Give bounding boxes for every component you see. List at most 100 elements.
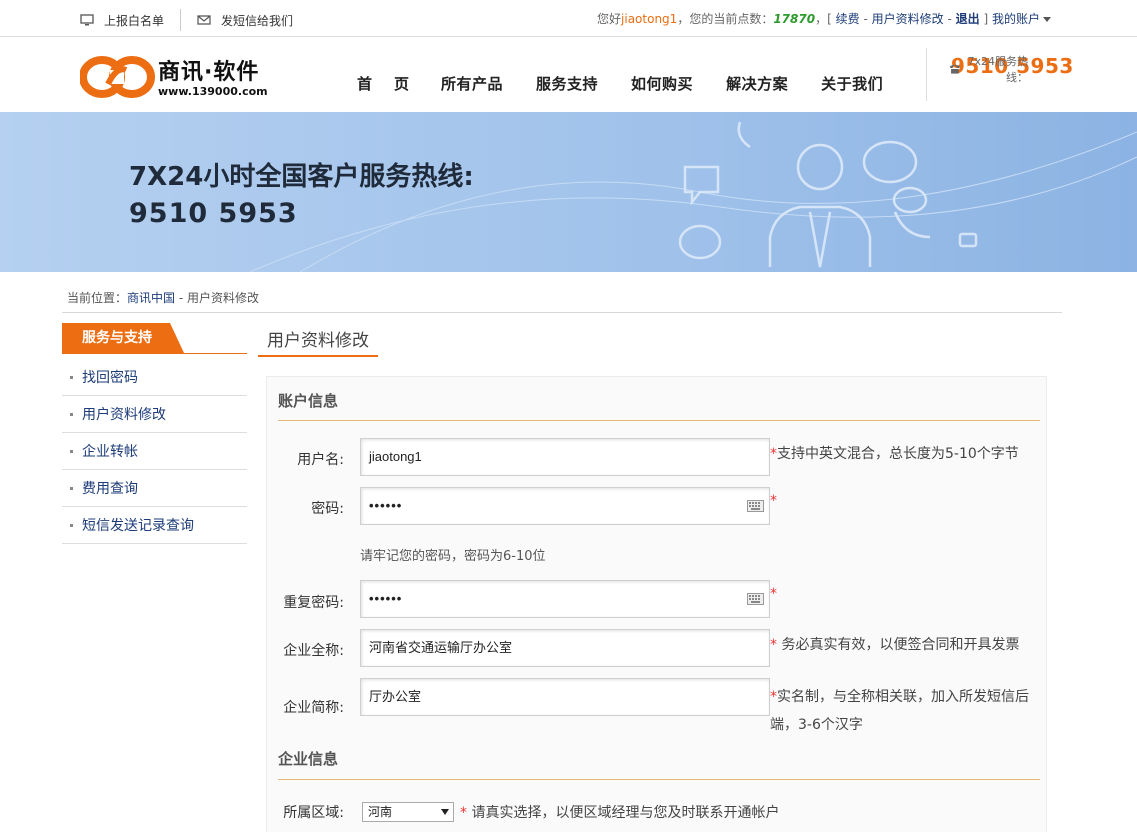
keyboard-icon[interactable] — [747, 593, 764, 605]
sidebar-item-label: 短信发送记录查询 — [82, 518, 194, 534]
bullet-icon — [70, 523, 73, 527]
sms-us-link[interactable]: 发短信给我们 — [221, 12, 293, 29]
username: jiaotong1 — [621, 12, 678, 26]
dash: - — [947, 12, 952, 26]
dash: - — [863, 12, 868, 26]
divider — [278, 779, 1040, 780]
renew-link[interactable]: 续费 — [836, 12, 860, 26]
top-bar: 上报白名单 发短信给我们 您好jiaotong1，您的当前点数：17870，[ … — [0, 0, 1137, 37]
logo[interactable]: 商讯·软件 www.139000.com — [158, 61, 268, 99]
page-title: 用户资料修改 — [258, 326, 378, 357]
logo-icon — [80, 56, 155, 98]
repeat-password-input[interactable]: •••••• — [360, 580, 770, 618]
divider — [278, 420, 1040, 421]
sidebar-item-label: 用户资料修改 — [82, 407, 166, 423]
sidebar-item-label: 企业转帐 — [82, 444, 138, 460]
bracket-open: ，[ — [815, 12, 832, 26]
top-bar-left: 上报白名单 发短信给我们 — [80, 9, 293, 31]
report-whitelist-link[interactable]: 上报白名单 — [104, 12, 164, 29]
nav-how-to-buy[interactable]: 如何购买 — [631, 73, 693, 94]
bullet-icon — [70, 412, 73, 416]
phone-icon — [949, 64, 961, 74]
points-label: ，您的当前点数： — [677, 12, 774, 26]
greeting: 您好 — [597, 12, 622, 26]
monitor-icon — [80, 14, 94, 26]
nav-products[interactable]: 所有产品 — [441, 73, 503, 94]
points-value: 17870 — [773, 12, 816, 26]
repeat-password-value: •••••• — [369, 591, 403, 606]
company-fullname-hint: * 务必真实有效，以便签合同和开具发票 — [770, 634, 1019, 654]
divider — [180, 9, 182, 31]
header: 商讯·软件 www.139000.com 首页 所有产品 服务支持 如何购买 解… — [0, 37, 1137, 112]
banner-headline: 7X24小时全国客户服务热线: — [129, 162, 474, 192]
sidebar-item-profile-edit[interactable]: 用户资料修改 — [62, 396, 247, 433]
profile-edit-link[interactable]: 用户资料修改 — [872, 12, 944, 26]
sidebar-item-transfer[interactable]: 企业转帐 — [62, 433, 247, 470]
repeat-password-required: * — [770, 586, 777, 602]
sidebar-title: 服务与支持 — [62, 323, 184, 353]
required-mark: * — [770, 586, 777, 602]
banner: 7X24小时全国客户服务热线: 9510 5953 — [0, 112, 1137, 272]
nav-home[interactable]: 首页 — [357, 73, 431, 94]
mail-icon — [197, 15, 211, 25]
keyboard-icon[interactable] — [747, 500, 764, 512]
breadcrumb: 当前位置：商讯中国 - 用户资料修改 — [67, 289, 259, 306]
nav-support[interactable]: 服务支持 — [536, 73, 598, 94]
required-mark: * — [460, 805, 467, 821]
profile-form: 账户信息 用户名: jiaotong1 *支持中英文混合，总长度为5-10个字节… — [266, 376, 1047, 832]
username-label: 用户名: — [297, 452, 344, 468]
logout-link[interactable]: 退出 — [956, 12, 980, 26]
bullet-icon — [70, 486, 73, 490]
company-section-title: 企业信息 — [278, 750, 339, 768]
sidebar-item-fees[interactable]: 费用查询 — [62, 470, 247, 507]
sidebar-header: 服务与支持 — [62, 323, 247, 354]
bracket-close: ] — [983, 12, 989, 26]
region-hint: * 请真实选择，以便区域经理与您及时联系开通帐户 — [460, 802, 779, 822]
region-select[interactable]: 河南 — [362, 802, 454, 822]
company-fullname-label: 企业全称: — [283, 643, 344, 659]
breadcrumb-prefix: 当前位置： — [67, 291, 128, 305]
company-shortname-label: 企业简称: — [283, 700, 344, 716]
repeat-password-label: 重复密码: — [283, 595, 344, 611]
sidebar-item-label: 找回密码 — [82, 370, 138, 386]
chevron-down-icon — [441, 809, 449, 815]
region-value: 河南 — [368, 805, 393, 819]
password-value: •••••• — [369, 498, 403, 513]
region-hint-text: 请真实选择，以便区域经理与您及时联系开通帐户 — [467, 805, 780, 821]
bullet-icon — [70, 449, 73, 453]
chevron-down-icon — [1043, 17, 1051, 22]
nav-about[interactable]: 关于我们 — [821, 73, 883, 94]
sidebar-menu: 找回密码 用户资料修改 企业转帐 费用查询 短信发送记录查询 — [62, 359, 247, 544]
sidebar-item-sms-records[interactable]: 短信发送记录查询 — [62, 507, 247, 544]
breadcrumb-current: 用户资料修改 — [187, 291, 260, 305]
username-hint-text: 支持中英文混合，总长度为5-10个字节 — [777, 446, 1019, 462]
sidebar-item-label: 费用查询 — [82, 481, 138, 497]
hotline-label: 7x24服务热线： — [967, 55, 1028, 84]
logo-url: www.139000.com — [158, 85, 268, 98]
banner-phone: 9510 5953 — [129, 198, 298, 229]
hotline: 7x24服务热线： 9510 5953 — [949, 53, 1074, 84]
breadcrumb-sep: - — [175, 291, 187, 305]
logo-brand: 商讯·软件 — [158, 60, 260, 85]
username-input[interactable]: jiaotong1 — [360, 438, 770, 476]
company-shortname-hint: *实名制，与全称相关联，加入所发短信后端，3-6个汉字 — [770, 683, 1040, 739]
required-mark: * — [770, 689, 777, 705]
company-fullname-input[interactable]: 河南省交通运输厅办公室 — [360, 629, 770, 667]
password-tip: 请牢记您的密码，密码为6-10位 — [360, 549, 546, 564]
company-shortname-input[interactable]: 厅办公室 — [360, 678, 770, 716]
divider — [62, 312, 1062, 313]
breadcrumb-home[interactable]: 商讯中国 — [127, 291, 175, 305]
company-fullname-hint-text: 务必真实有效，以便签合同和开具发票 — [777, 637, 1020, 653]
company-shortname-hint-text: 实名制，与全称相关联，加入所发短信后 — [777, 689, 1029, 705]
my-account-label: 我的账户 — [991, 12, 1040, 26]
required-mark: * — [770, 637, 777, 653]
password-input[interactable]: •••••• — [360, 487, 770, 525]
region-label: 所属区域: — [283, 805, 344, 821]
company-shortname-hint-text-2: 端，3-6个汉字 — [770, 717, 863, 733]
my-account-menu[interactable]: 我的账户 — [992, 12, 1051, 26]
main-nav: 首页 所有产品 服务支持 如何购买 解决方案 关于我们 — [357, 73, 916, 94]
password-required: * — [770, 493, 777, 509]
password-label: 密码: — [311, 501, 344, 517]
nav-solutions[interactable]: 解决方案 — [726, 73, 788, 94]
sidebar-item-recover-password[interactable]: 找回密码 — [62, 359, 247, 396]
